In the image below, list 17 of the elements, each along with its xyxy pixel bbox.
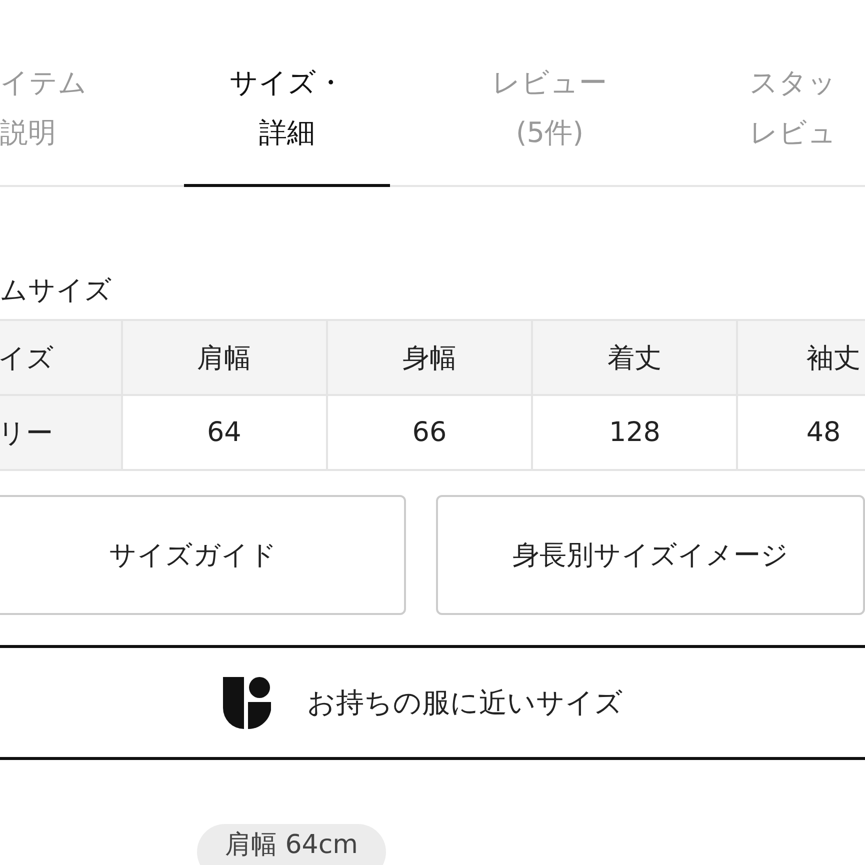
table-header-cell: イズ [0, 321, 121, 394]
table-header-cell: 身幅 [328, 321, 532, 394]
table-header-cell: 袖丈 [738, 321, 865, 394]
table-header-cell: 肩幅 [122, 321, 326, 394]
size-button[interactable]: 身長別サイズイメージ [436, 495, 865, 615]
section-title: ムサイズ [0, 274, 113, 308]
table-cell: 66 [328, 396, 532, 469]
table-header-cell: 着丈 [533, 321, 736, 394]
logo-icon [223, 676, 271, 728]
similar-size-button[interactable]: お持ちの服に近いサイズ [0, 645, 865, 760]
size-button[interactable]: サイズガイド [0, 495, 406, 615]
table-cell: リー [0, 396, 121, 469]
table-cell: 64 [122, 396, 326, 469]
measurement-chip: 肩幅 64cm [197, 824, 386, 865]
table-cell: 48 [738, 396, 865, 469]
table-cell: 128 [533, 396, 736, 469]
tab[interactable]: サイズ・ 詳細 [184, 58, 390, 187]
